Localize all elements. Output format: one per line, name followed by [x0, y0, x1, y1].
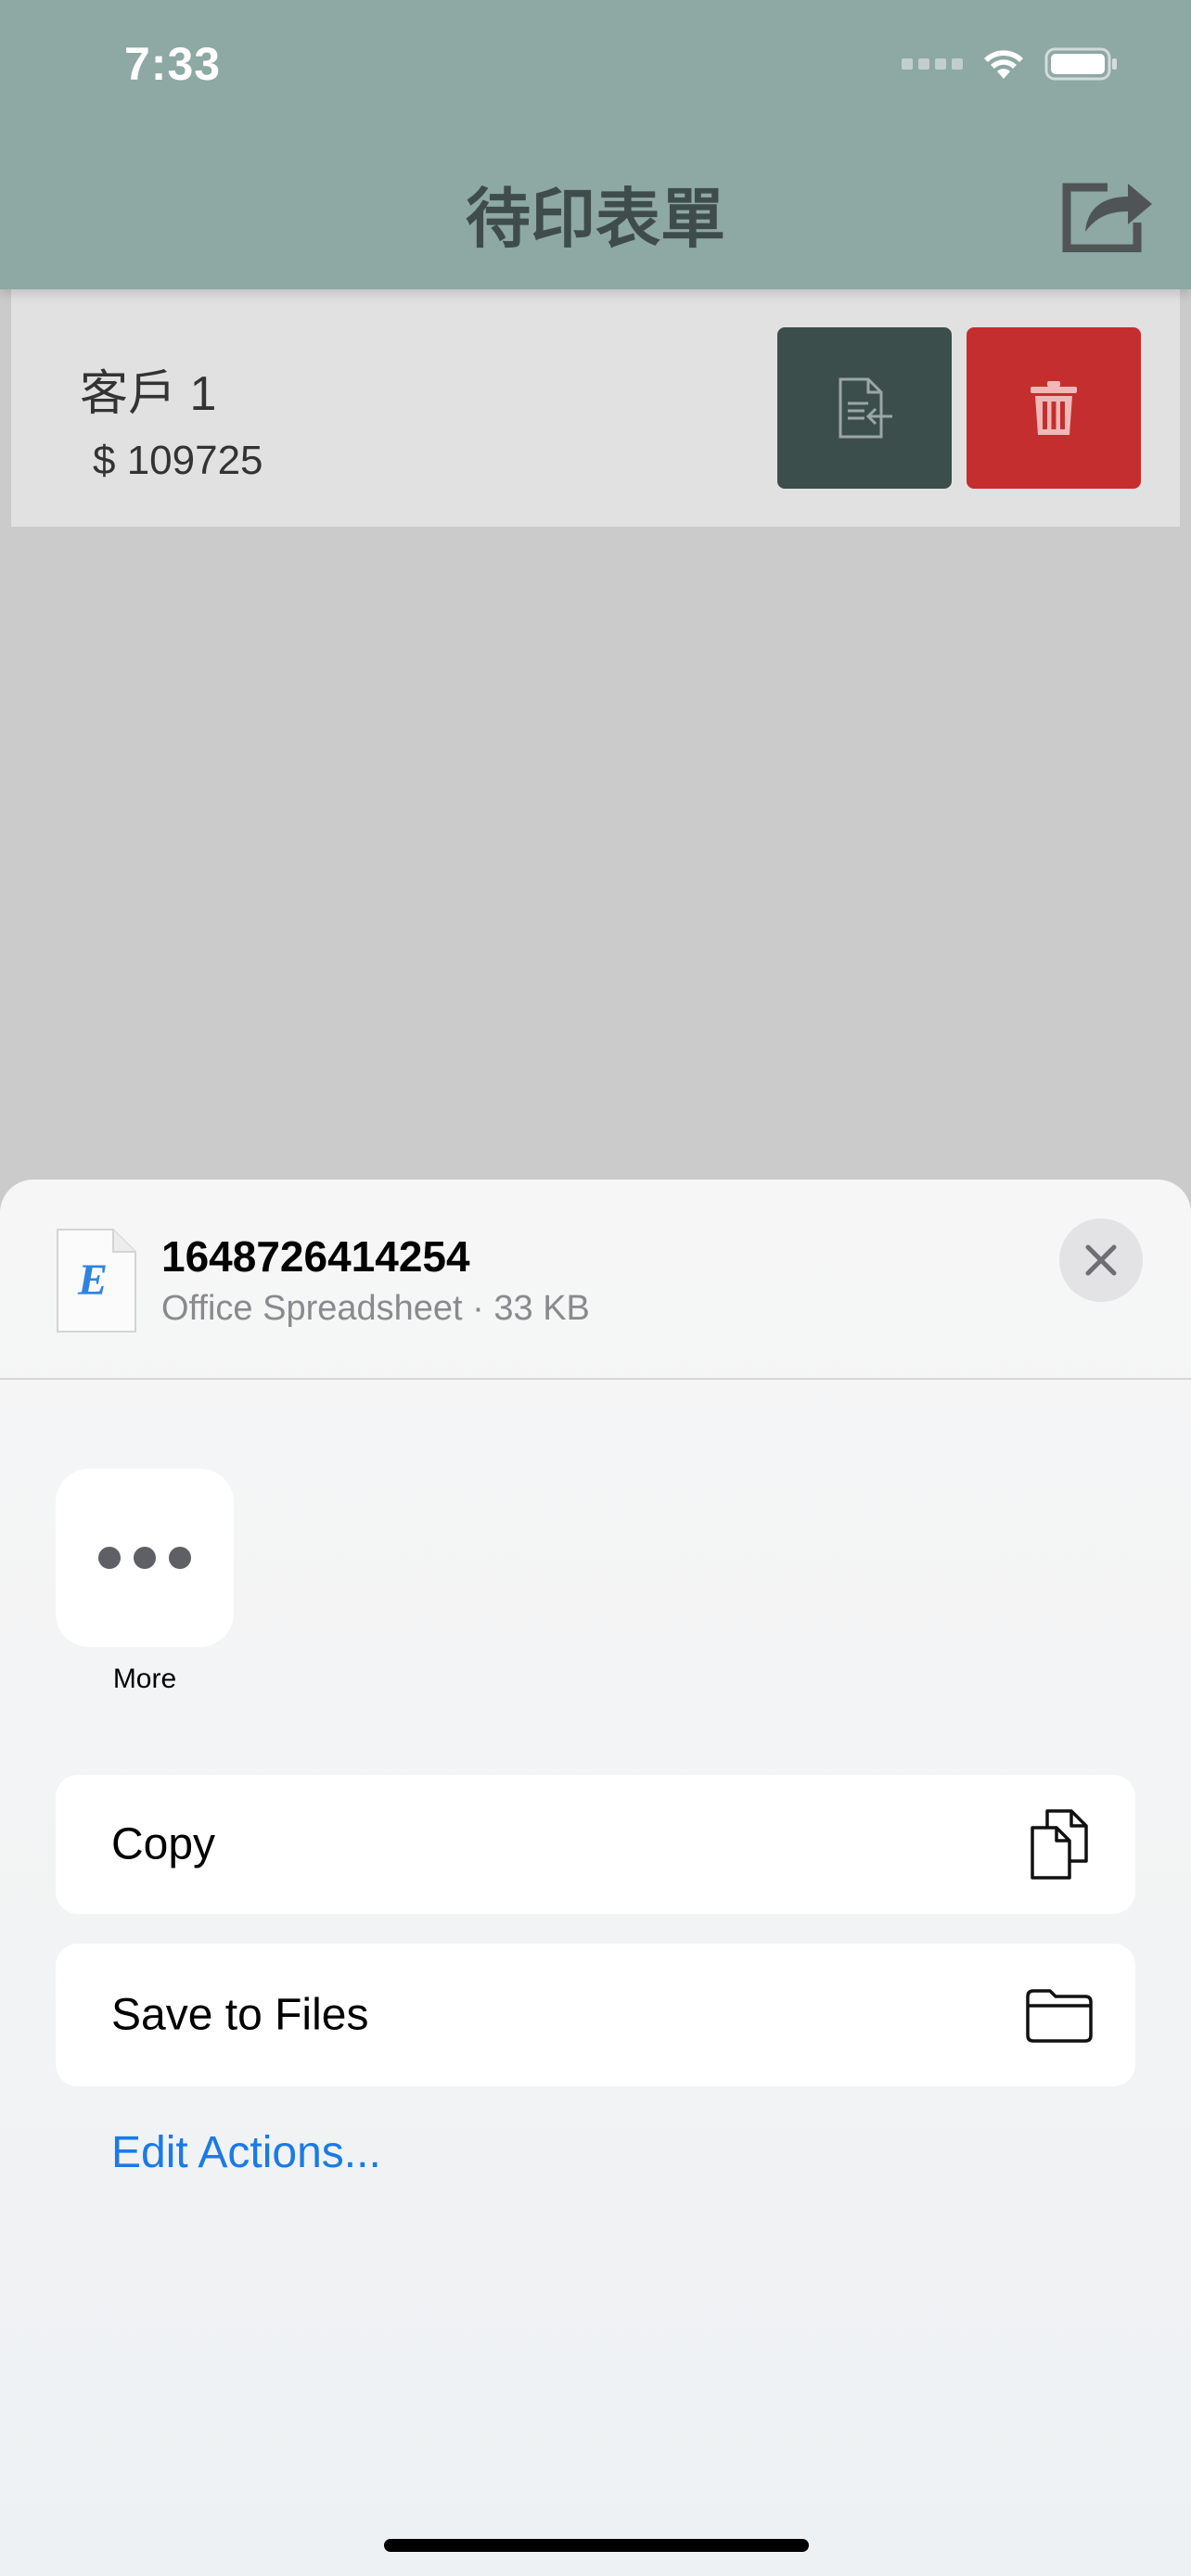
more-label: More — [112, 1664, 177, 1694]
copy-action[interactable]: Copy — [56, 1775, 1135, 1914]
copy-icon — [1024, 1807, 1095, 1881]
signal-icon — [902, 58, 963, 70]
share-button[interactable] — [1057, 167, 1158, 256]
wifi-icon — [984, 50, 1023, 79]
more-dot-icon — [134, 1547, 156, 1569]
print-document-button[interactable] — [777, 327, 952, 489]
trash-icon — [1031, 381, 1077, 435]
share-sheet: E 1648726414254 Office Spreadsheet · 33 … — [0, 1180, 1191, 2576]
more-dot-icon — [169, 1547, 191, 1569]
svg-text:E: E — [77, 1256, 108, 1305]
save-to-files-action[interactable]: Save to Files — [56, 1944, 1135, 2086]
edit-actions-link[interactable]: Edit Actions... — [111, 2127, 381, 2178]
customer-amount: $ 109725 — [93, 438, 263, 483]
close-button[interactable] — [1059, 1218, 1143, 1302]
share-icon — [1062, 183, 1152, 252]
spreadsheet-file-icon: E — [56, 1228, 137, 1333]
battery-icon — [1044, 47, 1117, 81]
navigation-bar: 7:33 待印表單 — [0, 0, 1191, 289]
page-title: 待印表單 — [466, 183, 725, 255]
file-name: 1648726414254 — [161, 1232, 470, 1281]
delete-button[interactable] — [967, 327, 1141, 489]
save-to-files-label: Save to Files — [111, 1990, 369, 2040]
share-sheet-header: E 1648726414254 Office Spreadsheet · 33 … — [0, 1180, 1191, 1380]
customer-name: 客戶 1 — [80, 367, 217, 421]
file-meta: Office Spreadsheet · 33 KB — [161, 1289, 590, 1328]
copy-label: Copy — [111, 1819, 216, 1869]
document-import-icon — [839, 377, 892, 439]
more-button[interactable] — [56, 1469, 234, 1647]
status-time: 7:33 — [124, 38, 222, 90]
list-item[interactable]: 客戶 1 $ 109725 — [11, 289, 1180, 527]
folder-icon — [1024, 1978, 1095, 2052]
home-indicator[interactable] — [384, 2539, 809, 2552]
more-dot-icon — [98, 1547, 121, 1569]
close-icon — [1085, 1244, 1117, 1276]
status-indicators — [902, 46, 1119, 82]
